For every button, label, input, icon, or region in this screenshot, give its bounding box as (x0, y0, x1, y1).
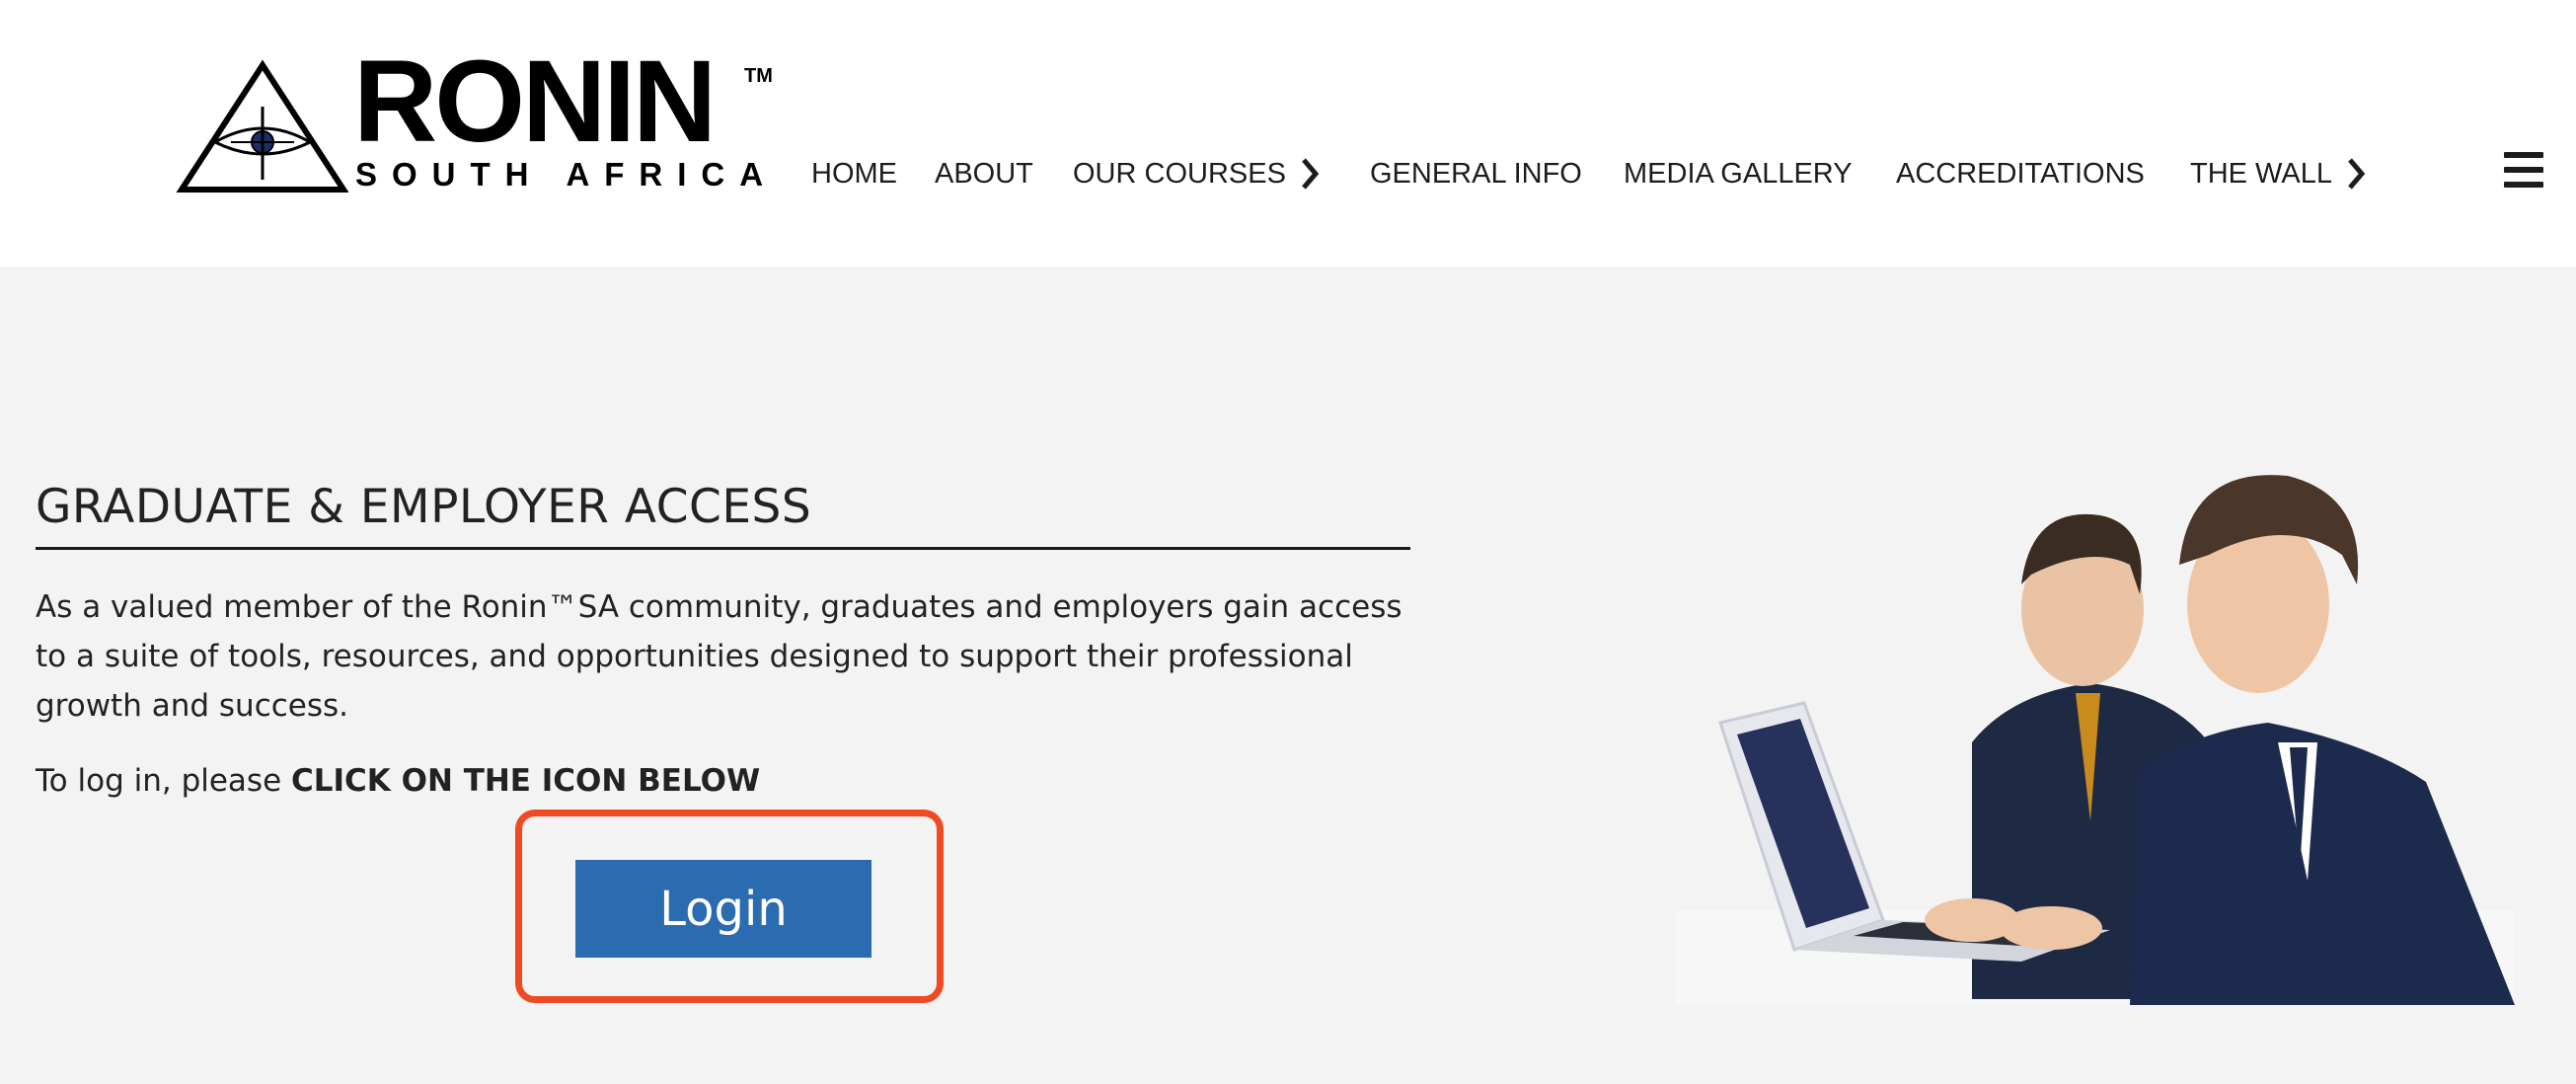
login-button[interactable]: Login (575, 860, 871, 958)
brand-name: RONIN (353, 37, 717, 167)
nav-item-general-info[interactable]: GENERAL INFO (1370, 154, 1582, 194)
nav-item-label: ACCREDITATIONS (1896, 157, 2145, 190)
login-instruction-emphasis: CLICK ON THE ICON BELOW (291, 763, 761, 799)
login-instruction-prefix: To log in, please (36, 763, 292, 799)
intro-text: As a valued member of the Ronin™SA commu… (36, 589, 1402, 724)
site-header: RONIN TM SOUTH AFRICA HOME ABOUT OUR COU… (0, 0, 2576, 267)
page-title: GRADUATE & EMPLOYER ACCESS (36, 480, 812, 535)
nav-item-label: MEDIA GALLERY (1624, 157, 1853, 190)
brand-tagline: SOUTH AFRICA (355, 156, 779, 193)
nav-item-label: OUR COURSES (1073, 157, 1286, 190)
nav-item-media-gallery[interactable]: MEDIA GALLERY (1624, 154, 1853, 194)
nav-item-label: ABOUT (935, 157, 1033, 190)
title-divider (36, 547, 1410, 550)
nav-item-label: HOME (811, 157, 897, 190)
nav-item-label: GENERAL INFO (1370, 157, 1582, 190)
login-instruction: To log in, please CLICK ON THE ICON BELO… (36, 763, 760, 799)
chevron-right-icon[interactable] (1300, 157, 1320, 191)
nav-item-home[interactable]: HOME (811, 154, 897, 194)
ronin-logo[interactable]: RONIN TM SOUTH AFRICA (176, 43, 779, 195)
nav-item-label: THE WALL (2190, 157, 2332, 190)
eye-triangle-icon (176, 59, 349, 193)
chevron-right-icon[interactable] (2346, 157, 2366, 191)
hamburger-menu-icon[interactable] (2504, 150, 2543, 190)
nav-item-the-wall[interactable]: THE WALL (2190, 154, 2366, 194)
professionals-laptop-image (1676, 475, 2515, 1005)
nav-item-about[interactable]: ABOUT (935, 154, 1033, 194)
nav-item-accreditations[interactable]: ACCREDITATIONS (1896, 154, 2145, 194)
nav-item-our-courses[interactable]: OUR COURSES (1073, 154, 1320, 194)
brand-trademark: TM (744, 65, 773, 87)
